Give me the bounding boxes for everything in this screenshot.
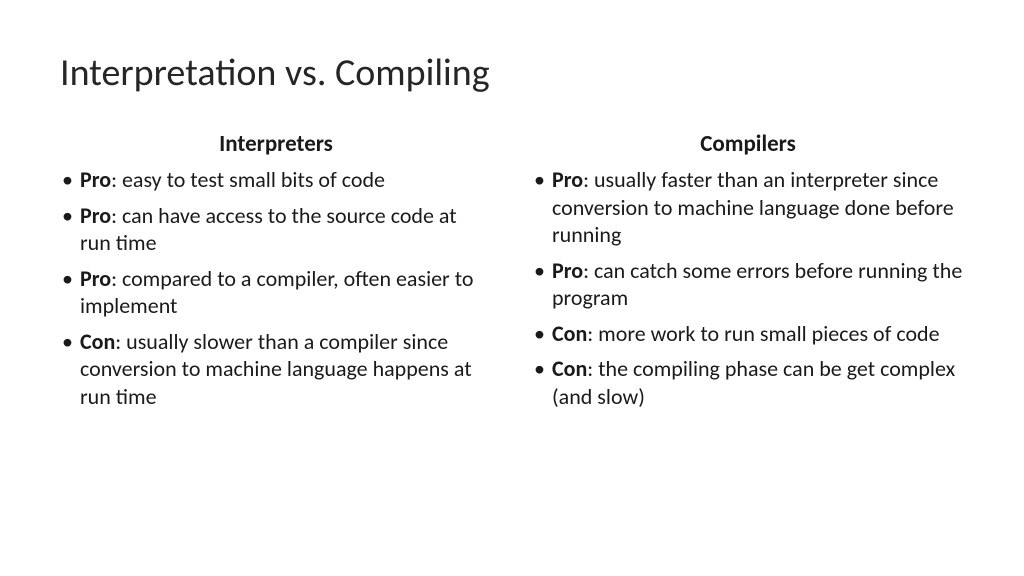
list-item: Pro: usually faster than an interpreter … [532, 166, 964, 249]
item-text: : can catch some errors before running t… [552, 257, 962, 312]
compilers-list: Pro: usually faster than an interpreter … [532, 166, 964, 410]
column-heading-right: Compilers [532, 130, 964, 158]
list-item: Pro: easy to test small bits of code [60, 166, 492, 194]
item-tag: Con [80, 328, 115, 355]
list-item: Pro: can have access to the source code … [60, 202, 492, 257]
item-text: : easy to test small bits of code [111, 166, 385, 193]
column-heading-left: Interpreters [60, 130, 492, 158]
list-item: Pro: compared to a compiler, often easie… [60, 265, 492, 320]
item-text: : usually faster than an interpreter sin… [552, 166, 954, 248]
list-item: Con: usually slower than a compiler sinc… [60, 328, 492, 411]
item-text: : the compiling phase can be get complex… [552, 355, 955, 410]
item-tag: Pro [552, 166, 583, 193]
item-tag: Pro [80, 166, 111, 193]
item-text: : can have access to the source code at … [80, 202, 457, 257]
item-text: : usually slower than a compiler since c… [80, 328, 472, 410]
column-interpreters: Interpreters Pro: easy to test small bit… [60, 130, 492, 418]
item-tag: Pro [80, 265, 111, 292]
list-item: Con: the compiling phase can be get comp… [532, 355, 964, 410]
column-compilers: Compilers Pro: usually faster than an in… [532, 130, 964, 418]
item-tag: Con [552, 320, 587, 347]
slide-title: Interpretation vs. Compiling [60, 50, 964, 96]
item-tag: Con [552, 355, 587, 382]
item-text: : compared to a compiler, often easier t… [80, 265, 473, 320]
list-item: Con: more work to run small pieces of co… [532, 320, 964, 348]
item-tag: Pro [552, 257, 583, 284]
columns-container: Interpreters Pro: easy to test small bit… [60, 130, 964, 418]
list-item: Pro: can catch some errors before runnin… [532, 257, 964, 312]
item-tag: Pro [80, 202, 111, 229]
interpreters-list: Pro: easy to test small bits of code Pro… [60, 166, 492, 410]
item-text: : more work to run small pieces of code [587, 320, 939, 347]
